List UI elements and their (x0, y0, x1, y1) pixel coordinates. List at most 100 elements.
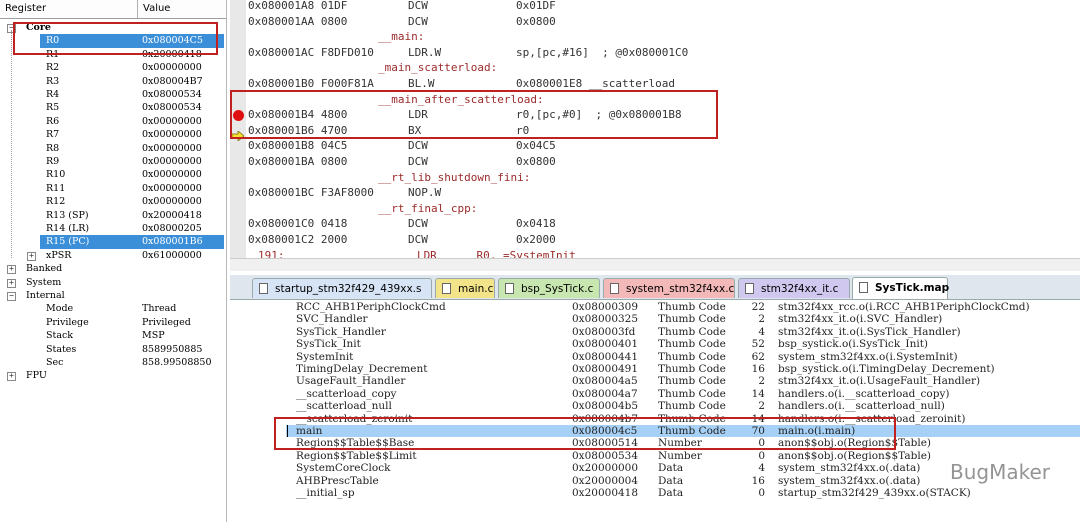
register-name: R15 (PC) (46, 236, 90, 248)
register-value[interactable]: 0x08000205 (142, 222, 202, 235)
instruction-operands: 0x04C5 (516, 139, 556, 153)
symbol-address: 0x20000418 (572, 487, 639, 499)
map-symbol-row[interactable]: __initial_sp 0x20000418 Data 0 startup_stm32… (230, 487, 1080, 499)
register-value[interactable]: 0x080004B7 (142, 75, 203, 88)
disassembly-horizontal-scrollbar[interactable] (230, 258, 1080, 271)
register-row[interactable]: R3 0x080004B7 (40, 75, 224, 88)
map-symbol-row[interactable]: SysTick_Handler 0x080003fd Thumb Code 4 stm3… (230, 326, 1080, 338)
expand-icon[interactable]: + (27, 251, 36, 261)
register-row[interactable]: R10 0x00000000 (40, 168, 224, 181)
internal-row[interactable]: Mode Thread (0, 302, 224, 315)
register-row[interactable]: R5 0x08000534 (40, 101, 224, 114)
register-value[interactable]: 0x080001B6 (142, 235, 203, 248)
register-row[interactable]: R4 0x08000534 (40, 88, 224, 101)
editor-tab[interactable]: startup_stm32f429_439xx.s (252, 278, 432, 298)
file-icon (505, 283, 514, 294)
editor-tab-bar: startup_stm32f429_439xx.s main.c bsp_SysTi… (230, 275, 1080, 300)
register-value[interactable]: 0x08000534 (142, 101, 202, 114)
register-value[interactable]: 0x00000000 (142, 142, 202, 155)
instruction-address: 0x080001B8 04C5 (248, 139, 348, 153)
register-group-banked[interactable]: + Banked (0, 262, 224, 275)
internal-row[interactable]: Stack MSP (0, 329, 224, 342)
highlight-box-r0 (13, 22, 218, 55)
symbol-size: 16 (751, 474, 765, 487)
expand-icon[interactable]: + (7, 278, 16, 288)
register-value[interactable]: 0x00000000 (142, 128, 202, 141)
register-group-label: System (26, 276, 62, 288)
symbol-address: 0x20000004 (572, 474, 639, 487)
symbol-size: 0 (758, 449, 765, 462)
symbol-size: 52 (751, 338, 765, 351)
register-group-fpu[interactable]: + FPU (0, 369, 224, 382)
register-value[interactable]: 0x00000000 (142, 195, 202, 208)
file-icon (442, 283, 451, 294)
file-icon (859, 282, 868, 293)
editor-tab-label: SysTick.map (875, 282, 950, 294)
register-row[interactable]: R6 0x00000000 (40, 115, 224, 128)
map-symbol-row[interactable]: RCC_AHB1PeriphClockCmd 0x08000309 Thumb Co… (230, 301, 1080, 313)
register-name: R13 (SP) (46, 209, 89, 221)
symbol-name: SystemCoreClock (296, 462, 391, 475)
register-group-internal[interactable]: − Internal (0, 289, 224, 302)
register-value[interactable]: 0x00000000 (142, 182, 202, 195)
symbol-object: stm32f4xx_it.o(i.SVC_Handler) (778, 313, 943, 326)
register-row[interactable]: R7 0x00000000 (40, 128, 224, 141)
editor-tab[interactable]: SysTick.map (852, 277, 950, 299)
symbol-size: 2 (758, 400, 765, 413)
register-value[interactable]: 0x20000418 (142, 209, 202, 222)
register-row[interactable]: + xPSR 0x61000000 (27, 249, 224, 262)
register-row[interactable]: R9 0x00000000 (40, 155, 224, 168)
register-value[interactable]: 0x00000000 (142, 115, 202, 128)
internal-name: Sec (46, 357, 64, 368)
symbol-name: SysTick_Handler (296, 325, 386, 338)
map-symbol-row[interactable]: TimingDelay_Decrement 0x08000491 Thumb Cod… (230, 363, 1080, 375)
disassembly-label: __rt_final_cpp: (378, 201, 478, 215)
internal-row[interactable]: Sec 858.99508850 (0, 356, 224, 369)
internal-row[interactable]: States 8589950885 (0, 343, 224, 356)
symbol-type: Thumb Code (658, 325, 726, 338)
editor-tab[interactable]: system_stm32f4xx.c (603, 278, 735, 298)
symbol-object: handlers.o(i.__scatterload_null) (778, 400, 945, 413)
editor-tab[interactable]: bsp_SysTick.c (498, 278, 600, 298)
symbol-type: Data (658, 487, 684, 499)
map-symbol-row[interactable]: SVC_Handler 0x08000325 Thumb Code 2 stm32f4x… (230, 313, 1080, 325)
map-symbol-row[interactable]: UsageFault_Handler 0x080004a5 Thumb Code 2 s… (230, 375, 1080, 387)
register-value[interactable]: 0x61000000 (142, 249, 202, 262)
register-group-system[interactable]: + System (0, 276, 224, 289)
register-row[interactable]: R13 (SP) 0x20000418 (40, 209, 224, 222)
register-name: R3 (46, 75, 60, 87)
register-panel: Register Value − Core R0 0x080004C5 R1 0x2000… (0, 0, 227, 522)
register-value[interactable]: 0x00000000 (142, 168, 202, 181)
symbol-address: 0x080003fd (572, 325, 636, 338)
register-column-header[interactable]: Register (0, 0, 138, 18)
register-row[interactable]: R8 0x00000000 (40, 142, 224, 155)
register-row[interactable]: R15 (PC) 0x080001B6 (40, 235, 224, 249)
symbol-size: 4 (758, 462, 765, 475)
value-column-header[interactable]: Value (138, 0, 170, 18)
register-row[interactable]: R2 0x00000000 (40, 61, 224, 74)
map-symbol-row[interactable]: SystemInit 0x08000441 Thumb Code 62 system_s… (230, 351, 1080, 363)
register-name: R5 (46, 102, 60, 114)
register-row[interactable]: R11 0x00000000 (40, 182, 224, 195)
instruction-address: 0x080001AC F8DFD010 (248, 45, 374, 59)
register-value[interactable]: 0x08000534 (142, 88, 202, 101)
internal-row[interactable]: Privilege Privileged (0, 316, 224, 329)
register-group-label: FPU (26, 370, 47, 382)
expand-icon[interactable]: + (7, 265, 16, 275)
tree-line (11, 30, 12, 259)
editor-tab[interactable]: stm32f4xx_it.c (738, 278, 850, 298)
register-row[interactable]: R14 (LR) 0x08000205 (40, 222, 224, 235)
expand-icon[interactable]: + (7, 372, 16, 382)
symbol-object: stm32f4xx_rcc.o(i.RCC_AHB1PeriphClockCmd… (778, 301, 1030, 313)
map-symbol-row[interactable]: __scatterload_copy 0x080004a7 Thumb Code 14… (230, 388, 1080, 400)
map-symbol-row[interactable]: __scatterload_null 0x080004b5 Thumb Code 2 h… (230, 400, 1080, 412)
editor-tab[interactable]: main.c (435, 278, 495, 298)
symbol-size: 4 (758, 325, 765, 338)
collapse-icon[interactable]: − (7, 292, 16, 301)
register-name: R9 (46, 156, 60, 167)
symbol-address: 0x20000000 (572, 462, 639, 475)
map-symbol-row[interactable]: SysTick_Init 0x08000401 Thumb Code 52 bsp_sy… (230, 338, 1080, 350)
register-value[interactable]: 0x00000000 (142, 61, 202, 74)
register-value[interactable]: 0x00000000 (142, 155, 202, 168)
register-row[interactable]: R12 0x00000000 (40, 195, 224, 208)
